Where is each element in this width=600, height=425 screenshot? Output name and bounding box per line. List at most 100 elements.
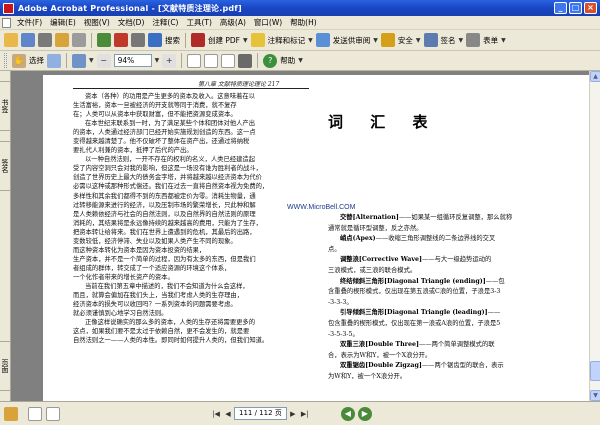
chevron-down-icon[interactable]: ▼: [416, 37, 421, 44]
close-button[interactable]: ×: [584, 2, 597, 14]
chevron-down-icon[interactable]: ▼: [501, 37, 506, 44]
review-markup-button[interactable]: 注释和标记: [268, 35, 306, 46]
text-line: 生产资本，并不是一个简单的过程，因为有太多的东西，但是我们: [73, 255, 256, 263]
help-button[interactable]: 帮助: [280, 55, 295, 66]
menu-file[interactable]: 文件(F): [13, 17, 46, 28]
menu-comments[interactable]: 注释(C): [148, 17, 182, 28]
glossary-entry: 包含重叠的楔形模式，仅出现在第一浪或A浪的位置，子浪是5: [328, 319, 576, 330]
go-forward-icon[interactable]: ▶: [357, 406, 372, 421]
next-page-button[interactable]: ▶: [287, 408, 299, 420]
zoom-out-icon[interactable]: −: [96, 53, 111, 68]
select-tool-button[interactable]: 选择: [29, 55, 44, 66]
lock-icon[interactable]: [380, 33, 395, 47]
text-line: 这点，如果我们要不是太过于依赖自然，更不会发生的，就是要: [73, 328, 250, 336]
single-page-icon[interactable]: [28, 406, 42, 421]
minimize-button[interactable]: _: [554, 2, 567, 14]
glossary-definition: 三浪模式，或三浪的联合模式。: [328, 266, 417, 274]
glossary-entry: 双重锯齿[Double Zigzag]——两个锯齿型的联合，表示: [328, 361, 576, 372]
print-icon[interactable]: [38, 33, 52, 47]
film-icon[interactable]: [131, 33, 145, 47]
snapshot-icon[interactable]: [47, 53, 61, 68]
send-review-icon[interactable]: [315, 33, 330, 47]
tab-bookmarks[interactable]: 书签: [0, 81, 11, 131]
forms-button[interactable]: 表单: [483, 35, 498, 46]
text-line: 生活富裕，资本一旦被经济的开支就等同于消费，就不复存: [73, 102, 237, 110]
page-number-field[interactable]: 111 / 112 页: [234, 407, 287, 420]
menu-tools[interactable]: 工具(T): [182, 17, 215, 28]
menu-document[interactable]: 文档(D): [114, 17, 149, 28]
menu-window[interactable]: 窗口(W): [250, 17, 286, 28]
scroll-down-icon[interactable]: ▼: [590, 390, 600, 401]
scroll-thumb[interactable]: [590, 361, 600, 381]
tab-signatures[interactable]: 签名: [0, 141, 11, 191]
tab-pages[interactable]: 页面: [0, 341, 11, 391]
glossary-definition: ——收缩三角形调整线的二条边界线的交叉: [375, 235, 496, 243]
running-head: 第八章 文献特质理论理论 217: [198, 81, 280, 88]
continuous-page-icon[interactable]: [46, 406, 60, 421]
email-icon[interactable]: [55, 33, 69, 47]
folder-status-icon[interactable]: [4, 406, 18, 421]
actual-size-icon[interactable]: [187, 53, 202, 68]
chevron-down-icon[interactable]: ▼: [459, 37, 464, 44]
chevron-down-icon[interactable]: ▼: [308, 37, 313, 44]
open-folder-icon[interactable]: [4, 33, 18, 47]
record-icon[interactable]: [114, 33, 128, 47]
toolbar-separator: [257, 53, 259, 68]
chevron-down-icon[interactable]: ▼: [298, 57, 303, 64]
chevron-down-icon[interactable]: ▼: [373, 37, 378, 44]
menu-advanced[interactable]: 高级(A): [216, 17, 250, 28]
text-line: 一个化作者带来的增长资产的资本。: [73, 273, 174, 281]
hand-tool-icon[interactable]: ✋: [12, 53, 26, 68]
create-pdf-icon[interactable]: [191, 33, 205, 47]
text-line: 消耗的，其结果将是永远像持续的越来越高的费用，只能为了生存，: [73, 219, 262, 227]
glossary-entry: 峭点(Apex)——收缩三角形调整线的二条边界线的交叉: [328, 234, 576, 245]
zoom-input[interactable]: 94%: [113, 54, 152, 67]
chevron-down-icon[interactable]: ▼: [155, 57, 160, 64]
toolbar-separator: [185, 32, 186, 48]
first-page-button[interactable]: |◀: [210, 408, 222, 420]
scroll-up-icon[interactable]: ▲: [590, 71, 600, 82]
glossary-term: 引导倾斜三角形[Diagonal Triangle (leading)]: [340, 309, 488, 317]
search-button[interactable]: 搜索: [165, 35, 180, 46]
fit-page-icon[interactable]: [204, 53, 219, 68]
glossary-entry: 含重叠的楔形模式，仅出现在第五浪或C浪的位置，子浪是3-3: [328, 287, 576, 298]
vertical-scrollbar[interactable]: ▲ ▼: [589, 71, 600, 401]
document-view[interactable]: 第八章 文献特质理论理论 217 资本（各种）的功用是产生更多的资本及收入。这意…: [11, 71, 589, 401]
organizer-icon[interactable]: [72, 33, 86, 47]
last-page-button[interactable]: ▶|: [299, 408, 311, 420]
document-icon[interactable]: [2, 17, 11, 28]
glossary-entry: -3-3-3。: [328, 298, 576, 309]
fit-width-icon[interactable]: [221, 53, 236, 68]
glossary-definition: 为W和Y，被一个X浪分开。: [328, 372, 407, 380]
menu-edit[interactable]: 编辑(E): [46, 17, 80, 28]
previous-page-button[interactable]: ◀: [222, 408, 234, 420]
navigation-toolbar: ✋ 选择 ▼ − 94% ▼ + ? 帮助 ▼: [0, 51, 600, 71]
attach-icon[interactable]: [97, 33, 111, 47]
menu-bar: 文件(F) 编辑(E) 视图(V) 文档(D) 注释(C) 工具(T) 高级(A…: [0, 16, 600, 30]
zoom-in-icon[interactable]: +: [162, 53, 177, 68]
menu-view[interactable]: 视图(V): [80, 17, 114, 28]
binoculars-icon[interactable]: [148, 33, 162, 47]
go-back-icon[interactable]: ◀: [340, 406, 355, 421]
maximize-button[interactable]: □: [569, 2, 582, 14]
sign-button[interactable]: 签名: [441, 35, 456, 46]
secure-button[interactable]: 安全: [398, 35, 413, 46]
comment-icon[interactable]: [250, 33, 265, 47]
sign-icon[interactable]: [423, 33, 438, 47]
toolbar-grip[interactable]: [4, 53, 7, 68]
help-icon[interactable]: ?: [263, 53, 278, 68]
send-review-button[interactable]: 发送供审阅: [333, 35, 371, 46]
chevron-down-icon[interactable]: ▼: [89, 57, 94, 64]
zoom-tool-icon[interactable]: [72, 53, 86, 68]
forms-icon[interactable]: [466, 33, 481, 47]
rotate-icon[interactable]: [238, 53, 253, 68]
text-line: 受了内容空洞只会对我的影响，但这是一场没有谁为胜利者的战斗，: [73, 165, 262, 173]
save-icon[interactable]: [21, 33, 35, 47]
menu-help[interactable]: 帮助(H): [286, 17, 321, 28]
text-line: 正像这样说确实的那么多的资本，人类的生存还将需要更多的: [85, 319, 256, 327]
glossary-entry: 调整浪[Corrective Wave]——与大一级趋势运动的: [328, 255, 576, 266]
status-bar: |◀ ◀ 111 / 112 页 ▶ ▶| ◀ ▶: [0, 401, 600, 425]
create-pdf-button[interactable]: 创建 PDF: [208, 35, 240, 46]
chevron-down-icon[interactable]: ▼: [243, 37, 248, 44]
glossary-definition: ——如果某一组循环反复调整，那么就称: [398, 214, 513, 221]
